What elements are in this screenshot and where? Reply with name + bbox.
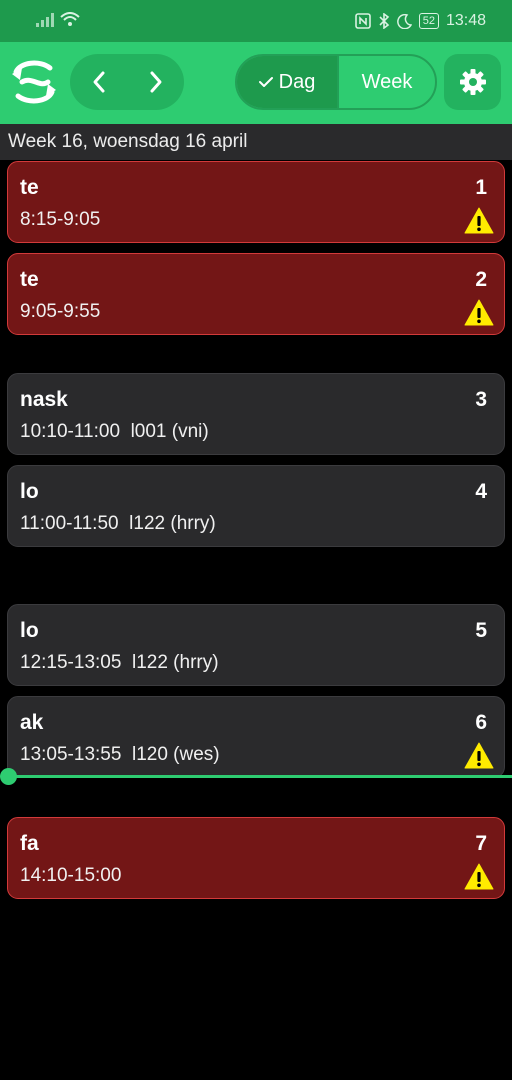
warning-icon <box>464 207 494 234</box>
bluetooth-icon <box>379 13 389 29</box>
next-day-button[interactable] <box>127 54 184 110</box>
lesson-time: 11:00-11:50 <box>20 513 119 534</box>
lesson-time-location: 13:05-13:55 l120 (wes) <box>20 744 220 766</box>
current-time-dot <box>0 768 17 785</box>
lesson-hour: 3 <box>475 388 487 411</box>
gear-icon <box>459 69 486 95</box>
signal-icon <box>36 12 54 27</box>
lesson-time: 8:15-9:05 <box>20 209 101 230</box>
status-bar: 52 13:48 <box>0 0 512 42</box>
current-time-line <box>8 775 512 778</box>
date-header: Week 16, woensdag 16 april <box>0 124 512 160</box>
lesson-time-location: 11:00-11:50 l122 (hrry) <box>20 513 216 535</box>
lesson-subject: fa <box>20 832 39 855</box>
lesson-time-location: 10:10-11:00 l001 (vni) <box>20 421 209 443</box>
week-view-label: Week <box>361 70 413 93</box>
lesson-hour: 7 <box>475 832 487 855</box>
check-icon <box>258 77 273 87</box>
nfc-icon <box>354 13 371 29</box>
lesson-time: 14:10-15:00 <box>20 865 122 886</box>
lesson-location: l122 (hrry) <box>129 513 216 534</box>
lesson-time: 10:10-11:00 <box>20 421 121 442</box>
warning-icon <box>464 299 494 326</box>
battery-indicator: 52 <box>418 13 439 29</box>
lesson-subject: nask <box>20 388 68 411</box>
day-view-label: Dag <box>278 70 316 93</box>
chevron-right-icon <box>150 71 161 93</box>
lesson-card[interactable]: lo 4 11:00-11:50 l122 (hrry) <box>7 465 505 547</box>
day-view-button[interactable]: Dag <box>237 56 339 108</box>
lesson-card[interactable]: te 1 8:15-9:05 <box>7 161 505 243</box>
week-view-button[interactable]: Week <box>339 56 435 108</box>
lesson-card[interactable]: nask 3 10:10-11:00 l001 (vni) <box>7 373 505 455</box>
lesson-hour: 2 <box>475 268 487 291</box>
lesson-hour: 1 <box>475 176 487 199</box>
previous-day-button[interactable] <box>70 54 127 110</box>
warning-icon <box>464 742 494 769</box>
lesson-time: 13:05-13:55 <box>20 744 122 765</box>
lesson-location: l120 (wes) <box>131 744 220 765</box>
warning-icon <box>464 863 494 890</box>
lesson-card[interactable]: te 2 9:05-9:55 <box>7 253 505 335</box>
top-toolbar: Dag Week <box>0 42 512 124</box>
lesson-time: 12:15-13:05 <box>20 652 122 673</box>
lesson-subject: te <box>20 268 39 291</box>
chevron-left-icon <box>93 71 104 93</box>
lesson-hour: 6 <box>475 711 487 734</box>
lesson-hour: 5 <box>475 619 487 642</box>
lesson-time-location: 12:15-13:05 l122 (hrry) <box>20 652 219 674</box>
lesson-subject: lo <box>20 619 39 642</box>
lesson-location: l122 (hrry) <box>131 652 219 673</box>
lesson-card[interactable]: ak 6 13:05-13:55 l120 (wes) <box>7 696 505 778</box>
status-time: 13:48 <box>445 12 486 29</box>
lesson-time: 9:05-9:55 <box>20 301 101 322</box>
date-navigation <box>70 54 184 110</box>
moon-icon <box>396 13 412 29</box>
lesson-card[interactable]: fa 7 14:10-15:00 <box>7 817 505 899</box>
lesson-card[interactable]: lo 5 12:15-13:05 l122 (hrry) <box>7 604 505 686</box>
lesson-location: l001 (vni) <box>130 421 209 442</box>
status-left <box>36 12 80 27</box>
wifi-icon <box>60 12 80 26</box>
app-logo-icon[interactable] <box>10 58 58 106</box>
settings-button[interactable] <box>444 54 501 110</box>
lesson-subject: te <box>20 176 39 199</box>
lesson-subject: lo <box>20 480 39 503</box>
view-toggle: Dag Week <box>235 54 437 110</box>
lesson-subject: ak <box>20 711 44 734</box>
lesson-hour: 4 <box>475 480 487 503</box>
